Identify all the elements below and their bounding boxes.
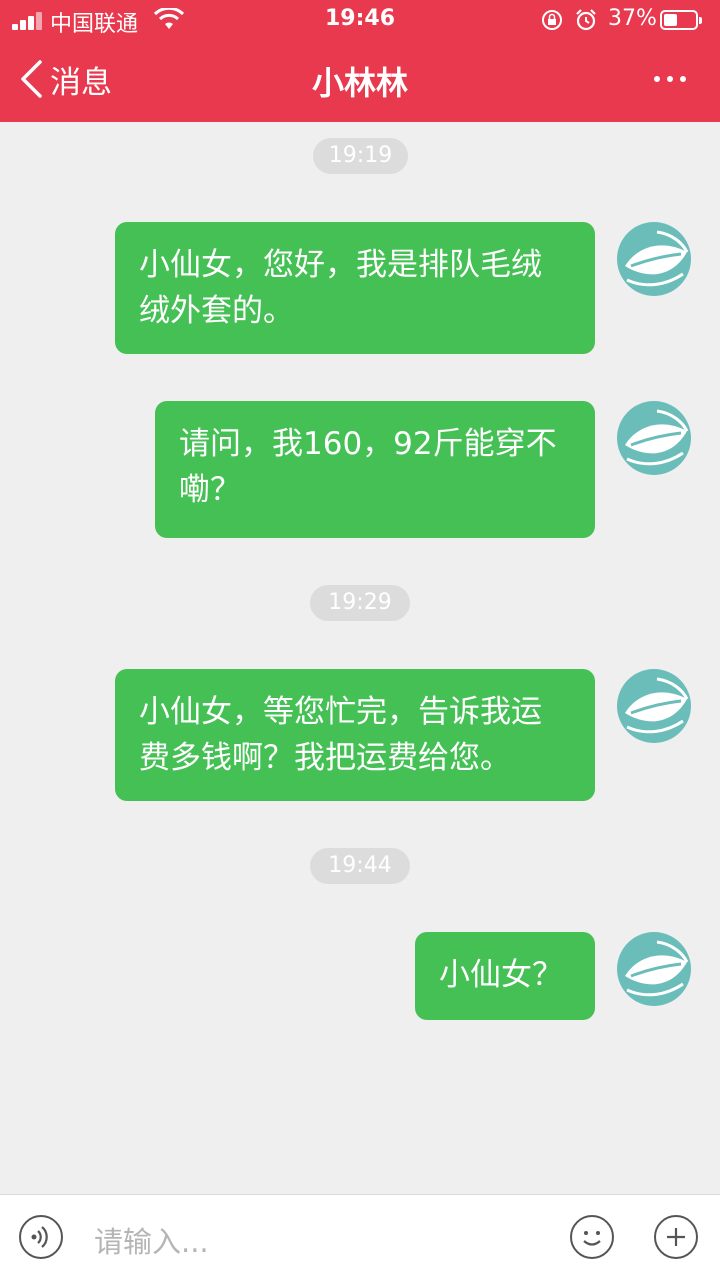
message-bubble[interactable]: 小仙女，您好，我是排队毛绒 绒外套的。	[115, 222, 595, 354]
message-line: 请问，我160，92斤能穿不	[179, 426, 557, 462]
voice-button[interactable]	[19, 1215, 63, 1259]
timestamp: 19:44	[310, 848, 410, 884]
plus-icon	[667, 1228, 685, 1246]
status-bar: 中国联通 19:46 37%	[0, 0, 720, 40]
leaf-icon	[625, 940, 689, 997]
chat-area[interactable]: 19:19 小仙女，您好，我是排队毛绒 绒外套的。 请问，我160，92斤能穿不…	[0, 122, 720, 1194]
emoji-icon	[583, 1231, 601, 1246]
leaf-icon	[625, 230, 689, 287]
avatar[interactable]	[617, 401, 691, 475]
header: 中国联通 19:46 37% 消息 小林林	[0, 0, 720, 122]
chat-title: 小林林	[311, 64, 408, 102]
message-line: 小仙女，等您忙完，告诉我运	[139, 694, 542, 730]
message-bubble[interactable]: 小仙女，等您忙完，告诉我运 费多钱啊？我把运费给您。	[115, 669, 595, 801]
leaf-icon	[625, 409, 689, 466]
avatar[interactable]	[617, 222, 691, 296]
input-bar: 请输入...	[0, 1194, 720, 1280]
emoji-button[interactable]	[570, 1215, 614, 1259]
nav-bar: 消息 小林林	[0, 40, 720, 122]
battery-percent: 37%	[608, 6, 657, 31]
battery-icon	[660, 10, 702, 30]
message-bubble[interactable]: 小仙女？	[415, 932, 595, 1020]
message-line: 小仙女？	[439, 957, 563, 993]
message-bubble[interactable]: 请问，我160，92斤能穿不 嘞？	[155, 401, 595, 538]
more-dots-icon[interactable]	[654, 76, 686, 82]
message-line: 嘞？	[179, 472, 241, 508]
leaf-icon	[625, 677, 689, 734]
rotation-lock-icon	[542, 10, 562, 30]
message-line: 绒外套的。	[139, 293, 294, 329]
message-line: 小仙女，您好，我是排队毛绒	[139, 247, 542, 283]
avatar[interactable]	[617, 669, 691, 743]
timestamp: 19:19	[313, 138, 408, 174]
timestamp: 19:29	[310, 585, 410, 621]
message-input[interactable]: 请输入...	[94, 1219, 209, 1261]
alarm-icon	[576, 9, 596, 31]
avatar[interactable]	[617, 932, 691, 1006]
voice-icon	[31, 1226, 48, 1248]
message-line: 费多钱啊？我把运费给您。	[139, 740, 511, 776]
plus-button[interactable]	[654, 1215, 698, 1259]
